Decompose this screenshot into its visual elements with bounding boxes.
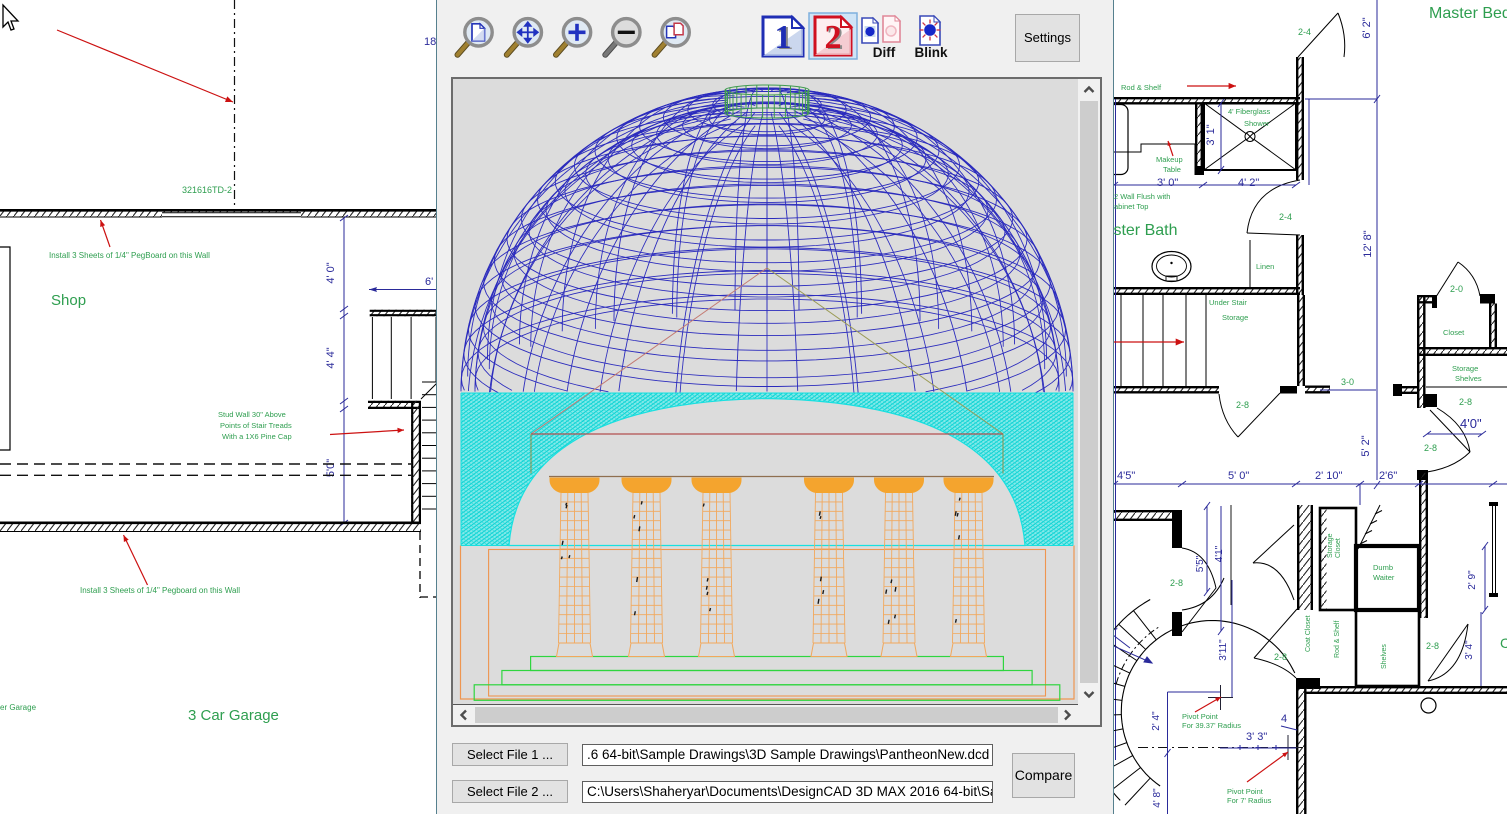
svg-text:Master Bed: Master Bed [1429,5,1507,22]
svg-text:Closet: Closet [1335,538,1342,558]
svg-text:Install 3 Sheets of 1/4" Peg: Install 3 Sheets of 1/4" Pegboard on thi… [80,586,240,595]
svg-text:1 *: 1 * [1114,626,1118,635]
svg-text:3' 1": 3' 1" [1205,124,1217,145]
svg-text:Shelves: Shelves [1381,644,1388,669]
svg-text:2-8: 2-8 [1274,652,1287,662]
svg-text:1: 1 [775,19,792,56]
svg-text:Table: Table [1163,165,1181,174]
svg-text:4' 0": 4' 0" [325,262,337,283]
svg-text:C: C [1500,635,1507,651]
svg-text:Pivot Point: Pivot Point [1227,787,1264,796]
svg-text:Storage: Storage [1327,533,1334,558]
svg-text:abinet Top: abinet Top [1114,202,1148,211]
svg-text:2' 4": 2' 4" [1151,711,1162,731]
svg-text:Storage: Storage [1452,364,1478,373]
svg-text:Makeup: Makeup [1156,155,1183,164]
svg-text:4: 4 [1281,713,1287,725]
svg-text:12' 8": 12' 8" [1362,230,1374,258]
svg-text:Rod & Shelf: Rod & Shelf [1334,621,1341,658]
svg-text:6' 2": 6' 2" [1361,17,1373,38]
svg-text:For 39.37' Radius: For 39.37' Radius [1182,721,1241,730]
svg-text:Diff: Diff [873,45,896,60]
svg-text:Pivot Point: Pivot Point [1182,712,1219,721]
svg-text:Linen: Linen [1256,262,1274,271]
svg-text:3'11": 3'11" [1218,639,1229,661]
svg-text:2'6": 2'6" [1379,470,1397,482]
svg-text:Shop: Shop [51,292,86,309]
svg-text:Stud Wall 30" Above: Stud Wall 30" Above [218,410,286,419]
svg-text:4' 8": 4' 8" [1152,788,1163,808]
svg-text:3' 4": 3' 4" [1464,640,1475,660]
svg-text:2' 10": 2' 10" [1315,470,1343,482]
svg-text:3-0: 3-0 [1341,377,1354,387]
svg-text:321616TD-2: 321616TD-2 [182,185,232,195]
svg-text:5'0": 5'0" [325,459,337,477]
svg-text:2 Wall Flush with: 2 Wall Flush with [1114,192,1170,201]
svg-text:2-8: 2-8 [1170,578,1183,588]
svg-text:4' 4": 4' 4" [325,347,337,368]
svg-text:2-4: 2-4 [1298,27,1311,37]
svg-text:5' 2": 5' 2" [1360,435,1372,456]
svg-text:Points of Stair Treads: Points of Stair Treads [220,421,292,430]
svg-text:Shower: Shower [1244,119,1270,128]
svg-text:2-8: 2-8 [1424,443,1437,453]
svg-text:er Garage: er Garage [0,703,37,712]
svg-text:laster Bath: laster Bath [1114,222,1177,239]
svg-text:2-0: 2-0 [1450,284,1463,294]
svg-text:2' 9": 2' 9" [1467,570,1478,590]
svg-text:2: 2 [825,19,842,56]
svg-text:Under Stair: Under Stair [1209,298,1247,307]
svg-text:Closet: Closet [1443,328,1465,337]
svg-text:4'5": 4'5" [1117,470,1135,482]
svg-text:For 7' Radius: For 7' Radius [1227,796,1272,805]
svg-text:Rod & Shelf: Rod & Shelf [1121,83,1162,92]
svg-text:Coat Closet: Coat Closet [1305,615,1312,652]
svg-text:Blink: Blink [914,45,947,60]
svg-text:18: 18 [424,36,436,48]
svg-text:Dumb: Dumb [1373,563,1393,572]
svg-text:Storage: Storage [1222,313,1248,322]
svg-text:4' Fiberglass: 4' Fiberglass [1228,107,1271,116]
svg-text:4'1": 4'1" [1214,545,1225,562]
svg-text:2-8: 2-8 [1236,400,1249,410]
svg-text:3' 3": 3' 3" [1246,731,1267,743]
svg-text:3' 0": 3' 0" [1157,177,1178,189]
svg-text:Shelves: Shelves [1455,374,1482,383]
svg-text:2-4: 2-4 [1279,212,1292,222]
svg-text:3 Car Garage: 3 Car Garage [188,707,279,724]
svg-text:6': 6' [425,276,433,288]
svg-text:Waiter: Waiter [1373,573,1395,582]
svg-text:With a 1X6 Pine Cap: With a 1X6 Pine Cap [222,432,292,441]
svg-text:2-8: 2-8 [1426,641,1439,651]
svg-text:5' 0": 5' 0" [1228,470,1249,482]
svg-text:4' 2": 4' 2" [1238,177,1259,189]
svg-text:4'0": 4'0" [1460,416,1482,431]
svg-text:Install 3 Sheets of 1/4" Peg: Install 3 Sheets of 1/4" PegBoard on thi… [49,251,210,260]
svg-text:2-8: 2-8 [1459,397,1472,407]
svg-text:5'5": 5'5" [1195,555,1206,572]
